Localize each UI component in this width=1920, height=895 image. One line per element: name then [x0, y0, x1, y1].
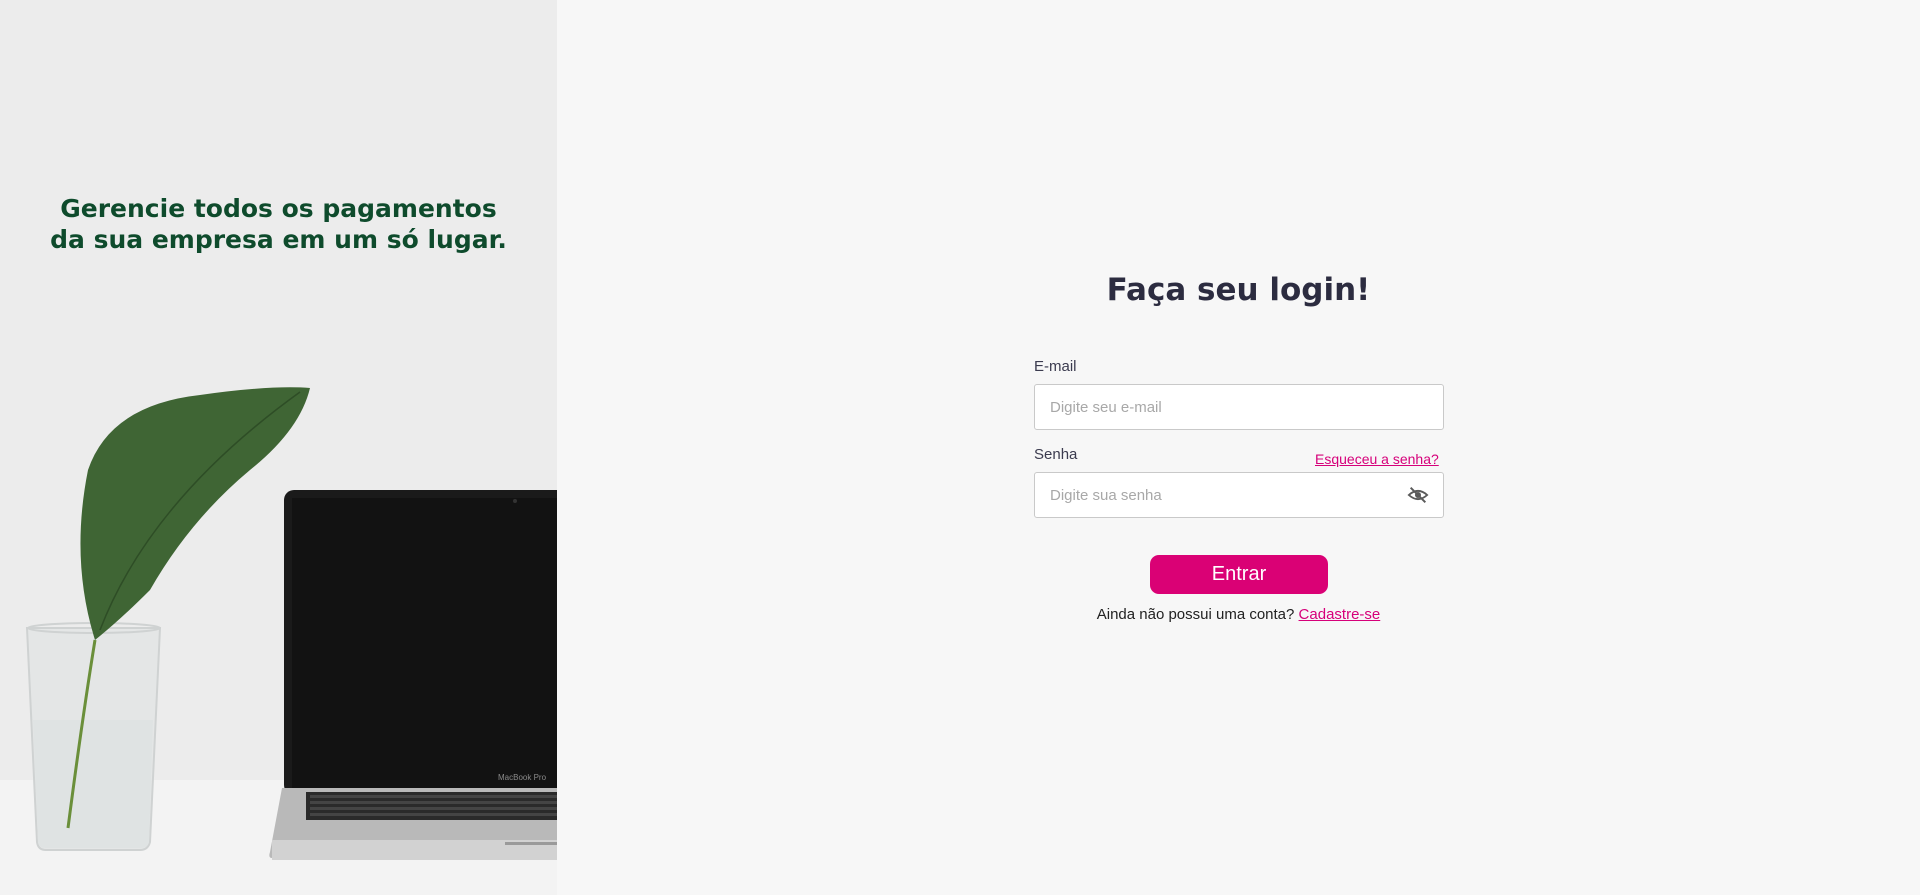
password-field[interactable]: [1034, 472, 1444, 518]
hero-headline-line2: da sua empresa em um só lugar.: [50, 225, 507, 254]
hero-headline: Gerencie todos os pagamentos da sua empr…: [0, 193, 557, 255]
forgot-password-link[interactable]: Esqueceu a senha?: [1315, 451, 1439, 467]
hero-illustration: MacBook Pro: [0, 0, 557, 895]
signup-link[interactable]: Cadastre-se: [1299, 606, 1381, 623]
login-panel: Faça seu login! E-mail Senha Esqueceu a …: [557, 0, 1920, 895]
toggle-password-visibility[interactable]: [1403, 480, 1433, 510]
login-submit-button[interactable]: Entrar: [1150, 555, 1328, 594]
hero-headline-line1: Gerencie todos os pagamentos: [60, 194, 497, 223]
login-heading: Faça seu login!: [1106, 272, 1371, 308]
signup-prompt: Ainda não possui uma conta?: [1096, 606, 1295, 623]
hero-panel: MacBook Pro Gerencie todos os pagamentos…: [0, 0, 557, 895]
password-label: Senha: [1034, 446, 1078, 463]
signup-row: Ainda não possui uma conta? Cadastre-se: [557, 606, 1920, 623]
email-field[interactable]: [1034, 384, 1444, 430]
email-label: E-mail: [1034, 358, 1077, 375]
laptop-brand-text: MacBook Pro: [498, 773, 547, 782]
laptop-image: MacBook Pro: [269, 490, 557, 860]
eye-off-icon: [1407, 486, 1429, 504]
